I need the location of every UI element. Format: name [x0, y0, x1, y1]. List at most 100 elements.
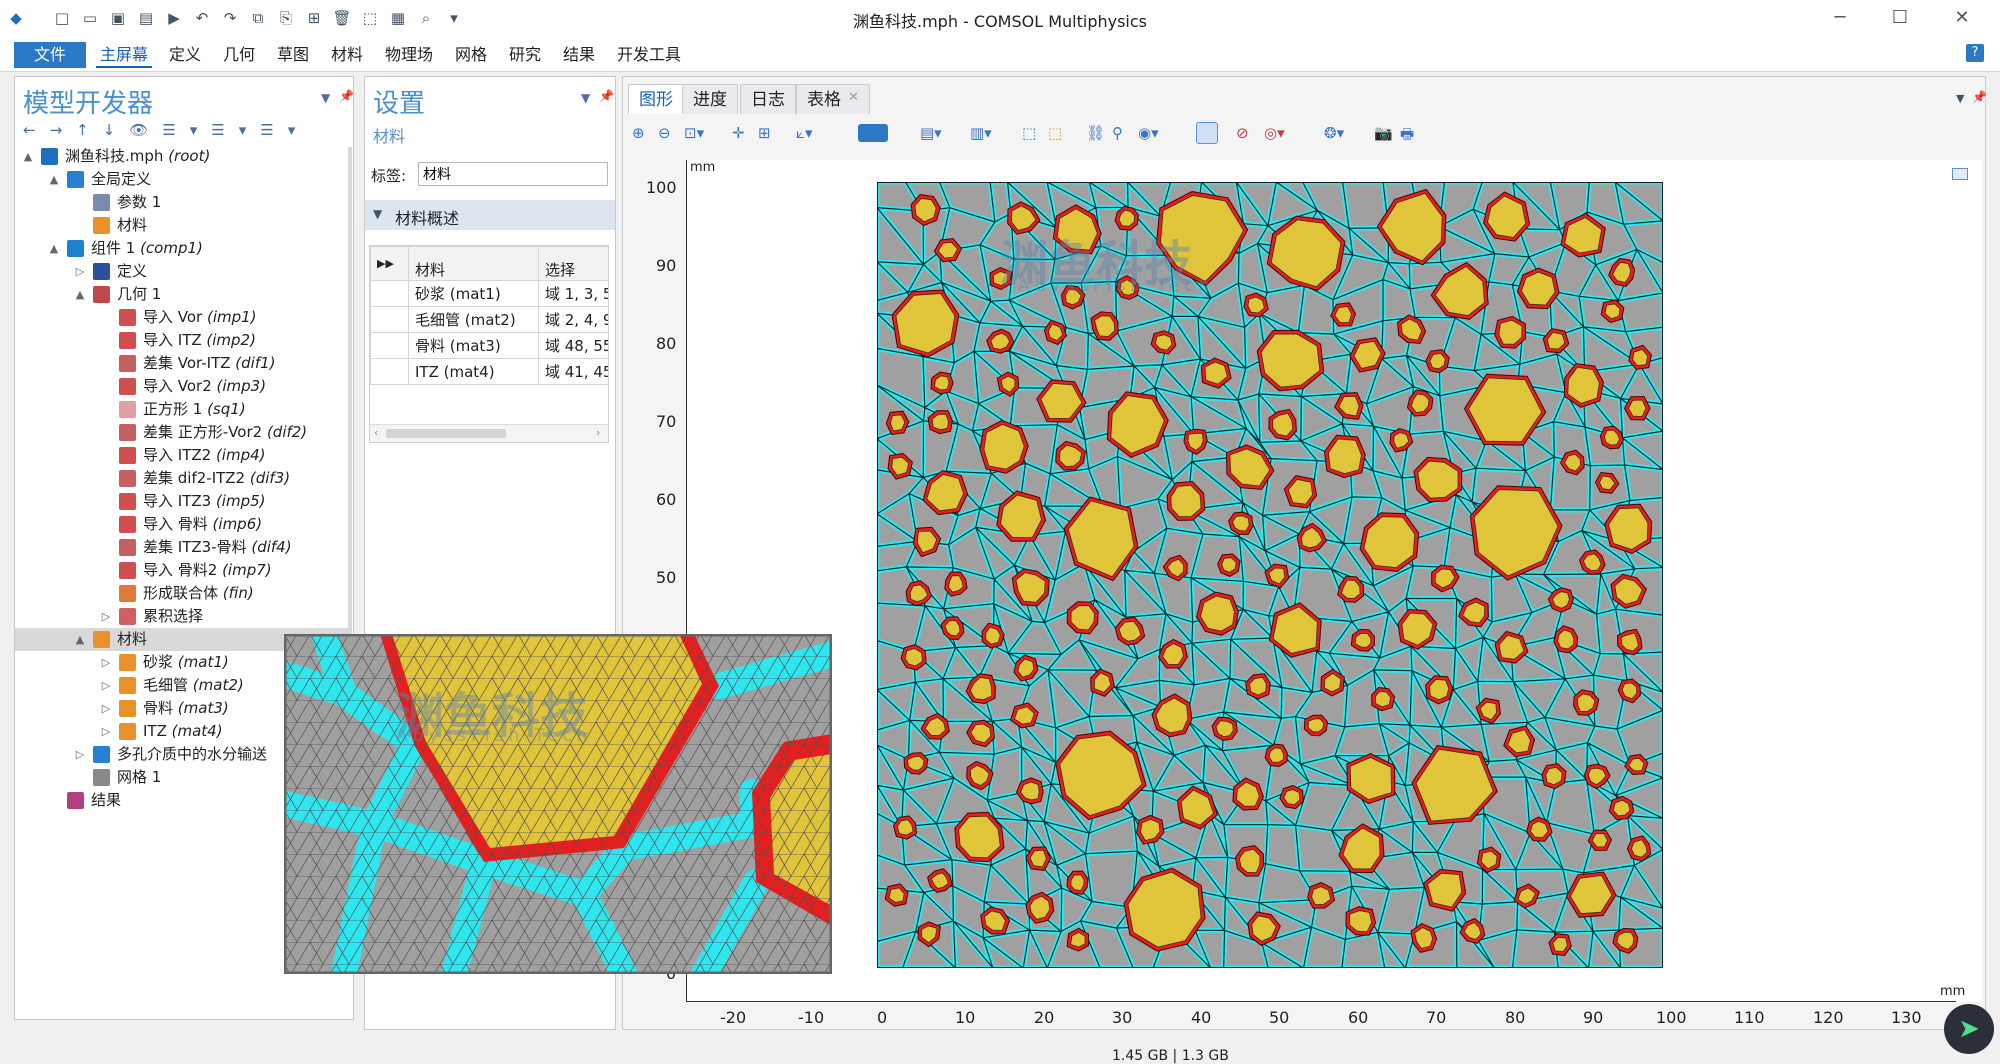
- panel-menu-icon[interactable]: ▼: [321, 91, 330, 105]
- tree-item-label: 导入 ITZ3 (imp5): [143, 492, 266, 510]
- column-header-material[interactable]: 材料: [408, 246, 539, 281]
- screenshot-icon[interactable]: 📷: [1374, 124, 1393, 142]
- tree-item[interactable]: 差集 Vor-ITZ (dif1): [15, 352, 351, 375]
- tab-physics[interactable]: 物理场: [380, 42, 438, 68]
- tab-log[interactable]: 日志: [740, 84, 796, 114]
- tab-geometry[interactable]: 几何: [218, 42, 260, 68]
- tab-study[interactable]: 研究: [504, 42, 546, 68]
- table-horizontal-scrollbar[interactable]: ‹ ›: [370, 424, 608, 442]
- expand-toggle-icon[interactable]: ▷: [99, 720, 113, 743]
- column-header-selection[interactable]: 选择: [538, 246, 608, 281]
- geometry-canvas[interactable]: [877, 182, 1663, 968]
- graphics-menu-icon[interactable]: ▼: [1956, 92, 1964, 105]
- tree-item[interactable]: 差集 dif2-ITZ2 (dif3): [15, 467, 351, 490]
- tab-sketch[interactable]: 草图: [272, 42, 314, 68]
- expand-toggle-icon[interactable]: ▷: [99, 697, 113, 720]
- material-icon: [119, 700, 136, 717]
- tree-item[interactable]: ▲ 组件 1 (comp1): [15, 237, 351, 260]
- tree-item[interactable]: 参数 1: [15, 191, 351, 214]
- tree-item-label: 差集 Vor-ITZ (dif1): [143, 354, 276, 372]
- minimize-button[interactable]: ─: [1818, 4, 1862, 32]
- tree-item[interactable]: 导入 骨料 (imp6): [15, 513, 351, 536]
- tree-item[interactable]: 导入 Vor (imp1): [15, 306, 351, 329]
- zoom-in-icon[interactable]: ⊕: [632, 124, 650, 142]
- tree-item[interactable]: 导入 ITZ (imp2): [15, 329, 351, 352]
- grid-toggle-icon[interactable]: [1196, 122, 1218, 144]
- settings-menu-icon[interactable]: ▼: [581, 91, 590, 105]
- tree-item[interactable]: ▲ 全局定义: [15, 168, 351, 191]
- zoom-box-icon[interactable]: ⊡▾: [684, 124, 704, 142]
- expand-toggle-icon[interactable]: ▲: [73, 283, 87, 306]
- tab-materials[interactable]: 材料: [326, 42, 368, 68]
- tab-file[interactable]: 文件: [14, 42, 86, 68]
- expand-toggle-icon[interactable]: ▲: [21, 145, 35, 168]
- expand-toggle-icon[interactable]: ▷: [99, 605, 113, 628]
- tree-item[interactable]: 导入 ITZ2 (imp4): [15, 444, 351, 467]
- settings-pin-icon[interactable]: 📌: [599, 89, 614, 103]
- section-header-material-overview[interactable]: ▼ 材料概述: [365, 200, 615, 230]
- tree-scrollbar[interactable]: [348, 147, 352, 707]
- select-all-icon[interactable]: ⬚: [1048, 124, 1066, 142]
- zoom-out-icon[interactable]: ⊖: [658, 124, 676, 142]
- table-row[interactable]: 砂浆 (mat1) 域 1, 3, 5: [370, 280, 608, 307]
- axis-legend-icon[interactable]: [1952, 168, 1968, 180]
- tree-item[interactable]: 正方形 1 (sq1): [15, 398, 351, 421]
- clear-selection-icon[interactable]: ⊘: [1236, 124, 1254, 142]
- pin-icon[interactable]: 📌: [339, 89, 354, 103]
- table-row[interactable]: 骨料 (mat3) 域 48, 55: [370, 332, 608, 359]
- expand-toggle-icon[interactable]: ▷: [99, 651, 113, 674]
- expand-toggle-icon[interactable]: ▷: [73, 743, 87, 766]
- link-icon[interactable]: ⛓: [1086, 124, 1105, 142]
- transparency-icon[interactable]: ⊞: [758, 124, 776, 142]
- tree-item[interactable]: 导入 骨料2 (imp7): [15, 559, 351, 582]
- tab-home[interactable]: 主屏幕: [96, 42, 152, 68]
- tree-item[interactable]: 材料: [15, 214, 351, 237]
- hide-icon[interactable]: ⚲: [1112, 124, 1130, 142]
- expand-toggle-icon[interactable]: ▷: [99, 674, 113, 697]
- close-button[interactable]: ✕: [1940, 4, 1984, 32]
- expand-toggle-icon[interactable]: ▷: [73, 260, 87, 283]
- tab-progress[interactable]: 进度: [682, 84, 738, 114]
- select-mode-icon[interactable]: ▤▾: [920, 124, 942, 142]
- print-icon[interactable]: 🖶: [1400, 124, 1418, 143]
- expand-toggle-icon[interactable]: ▲: [47, 168, 61, 191]
- y-tick-label: 80: [656, 334, 677, 353]
- graphics-pin-icon[interactable]: 📌: [1972, 90, 1987, 104]
- tree-item[interactable]: 形成联合体 (fin): [15, 582, 351, 605]
- axis-orientation-icon[interactable]: ⟀▾: [796, 124, 814, 142]
- table-expand-icon[interactable]: ▶▶: [370, 246, 409, 281]
- collapse-arrow-icon: ▼: [373, 207, 383, 221]
- materials-table: ▶▶ 材料 选择 砂浆 (mat1) 域 1, 3, 5 毛细管 (mat2) 域 …: [369, 245, 609, 443]
- view-icon[interactable]: ◉▾: [1138, 124, 1159, 142]
- tree-item[interactable]: ▲ 渊鱼科技.mph (root): [15, 145, 351, 168]
- expand-toggle-icon[interactable]: ▲: [47, 237, 61, 260]
- help-button[interactable]: ?: [1966, 44, 1984, 62]
- table-row[interactable]: 毛细管 (mat2) 域 2, 4, 9: [370, 306, 608, 333]
- boundary-select-icon[interactable]: ▥▾: [970, 124, 992, 142]
- tab-results[interactable]: 结果: [558, 42, 600, 68]
- tab-mesh[interactable]: 网格: [450, 42, 492, 68]
- tree-item[interactable]: 导入 Vor2 (imp3): [15, 375, 351, 398]
- select-box-icon[interactable]: ⬚: [1022, 124, 1040, 142]
- table-row[interactable]: ITZ (mat4) 域 41, 45: [370, 358, 608, 385]
- expand-toggle-icon[interactable]: ▲: [73, 628, 87, 651]
- label-input[interactable]: [418, 162, 608, 186]
- x-tick-label: 10: [955, 1008, 976, 1027]
- tree-item[interactable]: ▷ 定义: [15, 260, 351, 283]
- tab-definitions[interactable]: 定义: [164, 42, 206, 68]
- maximize-button[interactable]: ☐: [1878, 4, 1922, 32]
- tree-item[interactable]: 导入 ITZ3 (imp5): [15, 490, 351, 513]
- render-mode-icon[interactable]: [858, 124, 888, 142]
- camera-rotate-icon[interactable]: ❂▾: [1324, 124, 1344, 142]
- tab-close-icon[interactable]: ✕: [848, 90, 859, 105]
- tab-graphics[interactable]: 图形: [628, 84, 684, 114]
- tab-developer[interactable]: 开发工具: [612, 42, 686, 68]
- scene-light-icon[interactable]: ◎▾: [1264, 124, 1285, 142]
- tree-item[interactable]: ▷ 累积选择: [15, 605, 351, 628]
- zoom-extents-icon[interactable]: ✛: [732, 124, 750, 142]
- model-builder-toolbar[interactable]: ←→↑↓👁☰▾☰▾☰▾: [23, 121, 309, 139]
- tree-item[interactable]: ▲ 几何 1: [15, 283, 351, 306]
- tree-item[interactable]: 差集 ITZ3-骨料 (dif4): [15, 536, 351, 559]
- send-icon[interactable]: ➤: [1944, 1004, 1994, 1054]
- tree-item[interactable]: 差集 正方形-Vor2 (dif2): [15, 421, 351, 444]
